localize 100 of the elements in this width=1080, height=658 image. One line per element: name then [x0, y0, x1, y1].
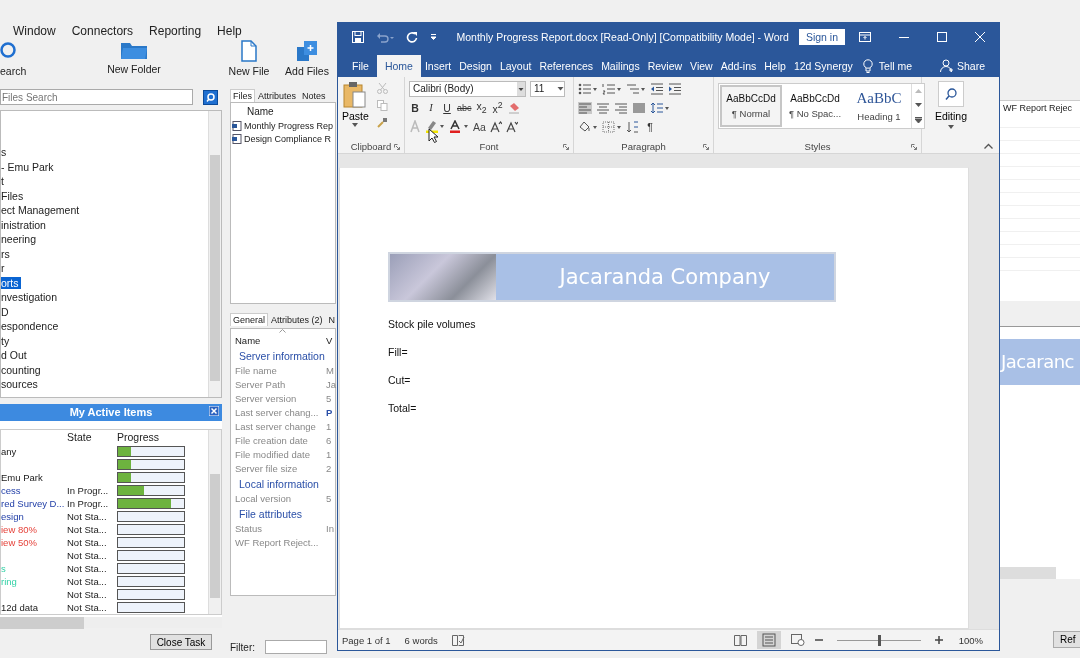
tree-item[interactable]: espondence — [1, 320, 61, 332]
style-item[interactable]: AaBbC Heading 1 — [848, 85, 910, 127]
style-item[interactable]: AaBbCcDd ¶ Normal — [720, 85, 782, 127]
tree-item[interactable]: nvestigation — [1, 291, 60, 303]
tree-item[interactable]: - Emu Park — [1, 160, 56, 173]
page-count[interactable]: Page 1 of 1 — [342, 634, 391, 646]
close-task-button[interactable]: Close Task — [150, 634, 212, 650]
shrink-font-icon[interactable] — [505, 120, 518, 133]
web-layout-icon[interactable] — [790, 634, 805, 646]
format-button[interactable]: U — [441, 101, 453, 114]
format-button[interactable]: B — [409, 101, 421, 114]
property-link[interactable]: P — [326, 406, 336, 418]
tab[interactable]: General — [230, 313, 269, 326]
tree-item[interactable]: counting — [1, 363, 43, 376]
format-button[interactable]: x$_{2}$ — [475, 99, 488, 116]
tab[interactable]: Attributes — [255, 89, 300, 102]
tree-item[interactable]: inistration — [1, 218, 48, 231]
redo-icon[interactable] — [406, 31, 418, 43]
tab[interactable]: N — [325, 313, 339, 326]
tree-item[interactable]: D — [1, 305, 11, 318]
file-name[interactable]: Monthly Progress Rep — [244, 120, 334, 131]
ribbon-tab[interactable]: Add-ins — [716, 55, 761, 77]
column-header[interactable]: Name — [235, 334, 326, 346]
tree-item[interactable]: sources — [1, 378, 40, 390]
column-header[interactable]: Progress — [117, 431, 187, 444]
font-name-box[interactable]: Calibri (Body) — [409, 80, 526, 97]
font-color-icon[interactable] — [449, 120, 469, 133]
ribbon-tab[interactable]: 12d Synergy — [789, 55, 857, 77]
dialog-launcher-icon[interactable] — [563, 144, 569, 150]
column-header[interactable]: V — [326, 334, 336, 346]
tell-me-search[interactable]: Tell me — [862, 55, 913, 77]
scrollbar[interactable] — [208, 111, 221, 397]
multilevel-list-icon[interactable] — [626, 82, 646, 95]
search-field[interactable]: Files Search — [0, 89, 193, 105]
close-icon[interactable] — [209, 406, 219, 416]
search-button[interactable] — [203, 89, 218, 105]
column-header[interactable]: WF Report Rejec — [1000, 101, 1080, 115]
sign-in-button[interactable]: Sign in — [798, 29, 845, 45]
dialog-launcher-icon[interactable] — [394, 144, 400, 150]
ribbon-tab[interactable]: View — [686, 55, 717, 77]
font-size-box[interactable]: 11 — [530, 80, 565, 97]
menu-item[interactable]: Help — [217, 24, 242, 38]
toolbar-button[interactable]: New File — [224, 40, 274, 77]
zoom-out-icon[interactable] — [814, 636, 823, 644]
ribbon-tab[interactable]: Layout — [495, 55, 536, 77]
read-mode-icon[interactable] — [733, 634, 747, 646]
toolbar-button[interactable]: Add Files — [282, 40, 332, 77]
tree-item[interactable]: r — [1, 262, 7, 274]
filter-field[interactable] — [265, 640, 327, 654]
brush-icon[interactable] — [376, 117, 388, 128]
proofing-icon[interactable] — [451, 634, 465, 646]
menu-item[interactable]: Reporting — [149, 24, 202, 38]
tree-item[interactable]: d Out — [1, 349, 29, 361]
save-icon[interactable] — [352, 31, 364, 43]
tree-item[interactable]: s — [1, 146, 9, 158]
dialog-launcher-icon[interactable] — [703, 144, 709, 150]
grow-font-icon[interactable] — [489, 120, 502, 133]
tree-item[interactable]: ty — [1, 334, 12, 347]
paste-button[interactable]: Paste — [342, 81, 369, 139]
dialog-launcher-icon[interactable] — [911, 144, 917, 150]
tree-item[interactable]: t — [1, 175, 6, 187]
sort-icon[interactable] — [626, 120, 640, 133]
tree-item[interactable]: Files — [1, 189, 26, 202]
zoom-in-icon[interactable] — [934, 636, 943, 644]
menu-item[interactable]: Window — [13, 24, 56, 38]
toolbar-button[interactable]: New Folder — [104, 40, 164, 75]
justify-icon[interactable] — [632, 101, 646, 114]
word-count[interactable]: 6 words — [404, 634, 438, 646]
refresh-button[interactable]: Ref — [1053, 631, 1080, 648]
style-item[interactable]: AaBbCcDd ¶ No Spac... — [784, 85, 846, 127]
scrollbar[interactable] — [1000, 567, 1056, 579]
ribbon-tab[interactable]: References — [535, 55, 598, 77]
more-styles-icon[interactable] — [914, 117, 922, 123]
undo-icon[interactable] — [376, 31, 394, 43]
column-header[interactable]: State — [67, 431, 117, 444]
file-name[interactable]: Design Compliance R — [244, 133, 332, 144]
tree-item[interactable]: ect Management — [1, 204, 82, 216]
toolbar-button[interactable]: earch — [0, 40, 26, 77]
column-header[interactable]: Name — [231, 105, 335, 119]
ribbon-tab[interactable]: File — [348, 55, 373, 77]
ribbon-tab[interactable]: Design — [455, 55, 496, 77]
ribbon-tab[interactable]: Review — [643, 55, 687, 77]
align-left-icon[interactable] — [578, 101, 592, 114]
format-button[interactable]: x$^{2}$ — [491, 100, 504, 115]
share-button[interactable]: Share — [939, 55, 985, 77]
ribbon-tab[interactable]: Insert — [420, 55, 456, 77]
ribbon-tab[interactable]: Help — [760, 55, 790, 77]
show-marks-button[interactable]: ¶ — [644, 120, 656, 133]
bullet-list-icon[interactable] — [578, 82, 598, 95]
close-icon[interactable] — [975, 32, 985, 42]
tab[interactable]: Attributes (2) — [268, 313, 326, 326]
editing-button[interactable]: Editing — [934, 81, 968, 153]
print-layout-icon[interactable] — [756, 631, 781, 649]
format-button[interactable]: I — [425, 102, 437, 113]
clear-format-icon[interactable] — [507, 101, 520, 114]
tree-item[interactable]: orts — [1, 276, 21, 289]
tree-item[interactable]: neering — [1, 233, 39, 245]
format-button[interactable]: abc — [457, 102, 472, 113]
menu-item[interactable]: Connectors — [71, 24, 134, 38]
maximize-icon[interactable] — [937, 32, 947, 42]
